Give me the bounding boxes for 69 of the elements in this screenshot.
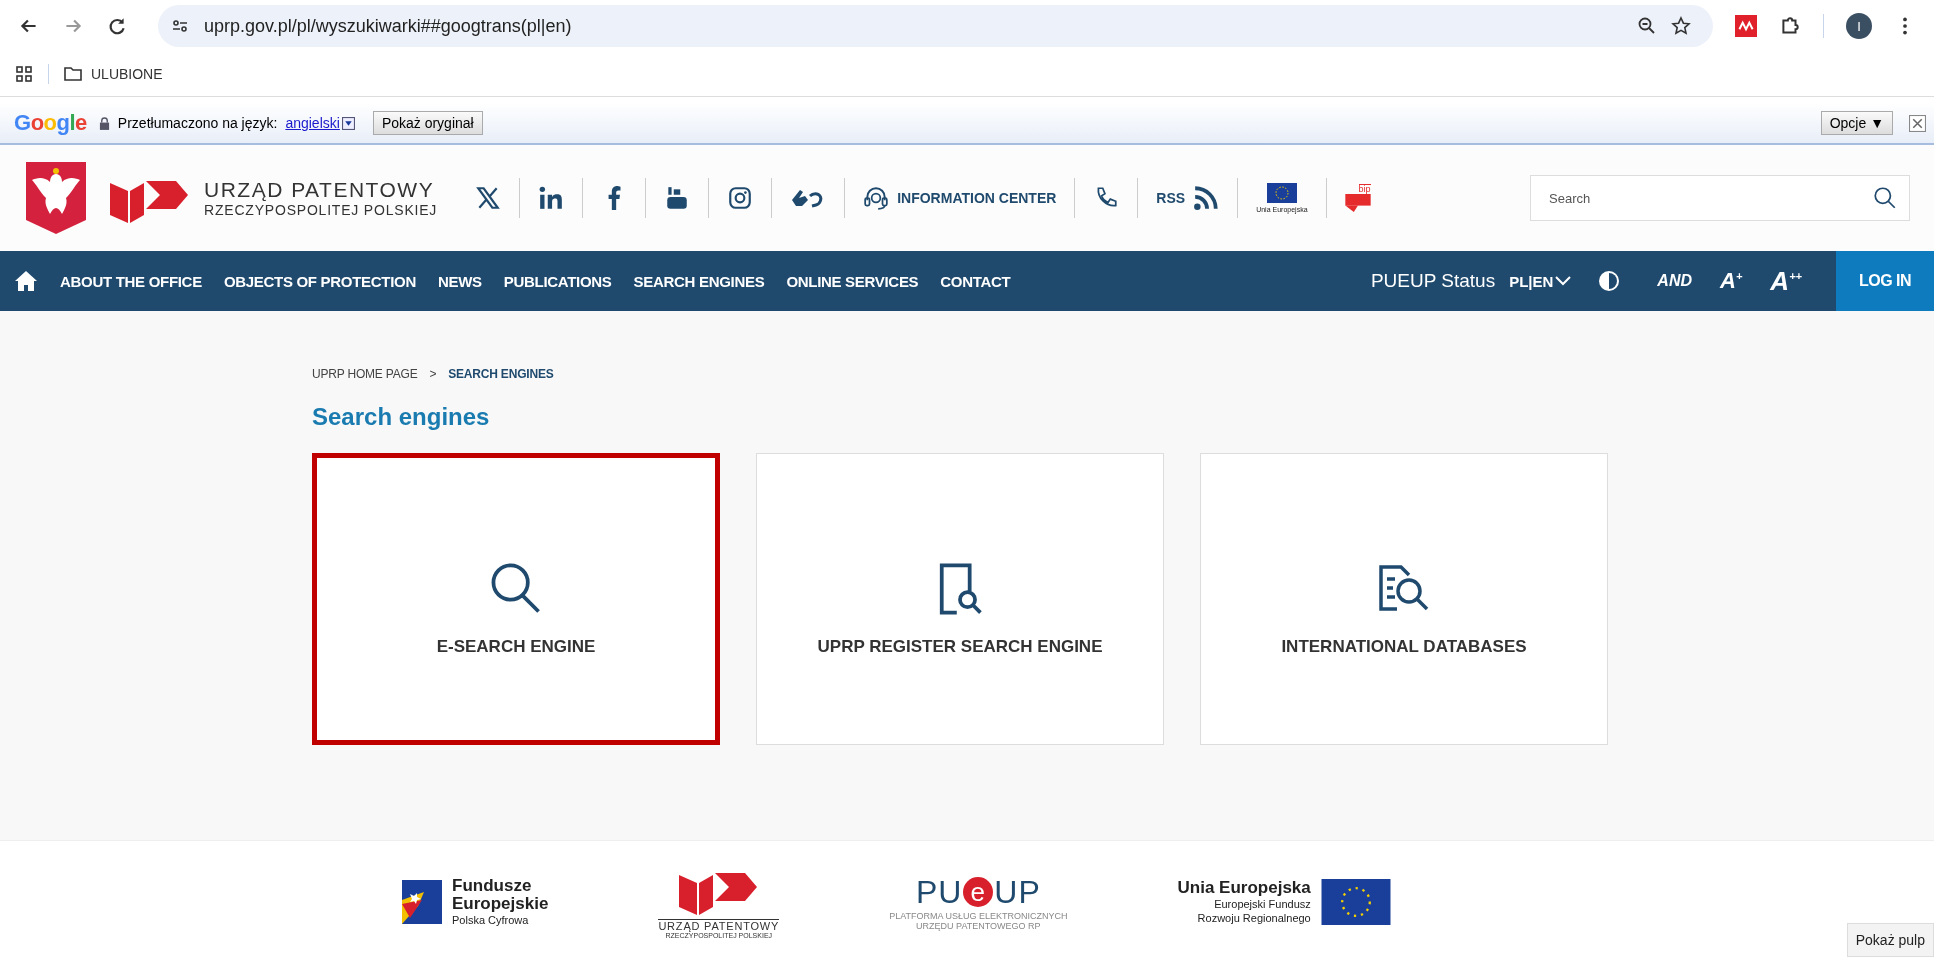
close-icon[interactable] xyxy=(1909,114,1926,132)
breadcrumb-link[interactable]: UPRP HOME PAGE xyxy=(312,367,418,381)
rss-icon xyxy=(1193,185,1220,211)
rss-link[interactable]: RSS xyxy=(1156,185,1220,211)
eu-fund-name: Rozwoju Regionalnego xyxy=(1197,911,1311,925)
contrast-icon[interactable] xyxy=(1597,269,1622,293)
x-logo-icon[interactable] xyxy=(475,185,502,211)
funds-name: Europejskie xyxy=(452,895,549,913)
zoom-out-icon[interactable] xyxy=(1637,16,1657,36)
instagram-icon[interactable] xyxy=(727,185,754,211)
eu-flag-icon xyxy=(1320,879,1391,925)
breadcrumb-separator: > xyxy=(429,367,437,381)
office-name: URZĄD PATENTOWY xyxy=(204,178,436,202)
url-text: uprp.gov.pl/pl/wyszukiwarki##googtrans(pl|en) xyxy=(204,15,572,37)
office-name: URZĄD PATENTOWY xyxy=(658,919,780,932)
linkedin-icon[interactable] xyxy=(538,185,565,211)
profile-avatar[interactable]: I xyxy=(1846,13,1872,39)
extension-icon[interactable] xyxy=(1735,15,1757,37)
show-desktop-button[interactable]: Pokaż pulp xyxy=(1846,923,1934,957)
options-button[interactable]: Opcje ▼ xyxy=(1820,111,1893,135)
breadcrumb-current: SEARCH ENGINES xyxy=(448,367,554,381)
nav-link[interactable]: NEWS xyxy=(437,272,482,290)
puzzle-icon[interactable] xyxy=(1779,15,1801,37)
address-bar[interactable]: uprp.gov.pl/pl/wyszukiwarki##googtrans(pl|en) xyxy=(158,5,1713,47)
search-engine-card[interactable]: INTERNATIONAL DATABASES xyxy=(1200,453,1608,745)
search-engine-card[interactable]: UPRP REGISTER SEARCH ENGINE xyxy=(756,453,1164,745)
home-icon[interactable] xyxy=(14,269,38,293)
google-logo: Google xyxy=(14,110,87,136)
login-button[interactable]: LOG IN xyxy=(1836,251,1934,311)
language-switch[interactable]: PL|EN xyxy=(1509,272,1572,290)
apps-grid-icon[interactable] xyxy=(14,64,34,84)
information-center-link[interactable]: INFORMATION CENTER xyxy=(863,185,1057,211)
pueup-caption: PLATFORMA USŁUG ELEKTRONICZNYCH xyxy=(889,910,1068,921)
funds-name: Fundusze xyxy=(452,877,533,895)
search-field[interactable]: Search xyxy=(1530,175,1910,221)
chevron-down-icon xyxy=(1555,276,1572,286)
nav-link[interactable]: PUBLICATIONS xyxy=(503,272,612,290)
sign-language-link[interactable]: AND xyxy=(1657,272,1693,290)
nav-link[interactable]: OBJECTS OF PROTECTION xyxy=(223,272,416,290)
funds-logo-icon xyxy=(402,880,442,924)
translation-notice: Przetłumaczono na język: xyxy=(117,115,278,131)
pueup-caption: URZĘDU PATENTOWEGO RP xyxy=(916,920,1041,931)
funds-program: Polska Cyfrowa xyxy=(452,913,530,927)
office-subtitle: RZECZYPOSPOLITEJ POLSKIEJ xyxy=(204,202,438,218)
nav-link[interactable]: ONLINE SERVICES xyxy=(786,272,919,290)
folder-icon xyxy=(63,64,83,84)
headset-icon xyxy=(863,185,890,211)
pueup-logo: PU e UP xyxy=(915,873,1041,911)
eu-name: Unia Europejska xyxy=(1177,879,1311,897)
eu-fund-name: Europejski Fundusz xyxy=(1214,897,1311,911)
eu-flag-icon xyxy=(1266,183,1297,203)
page-title: Search engines xyxy=(312,403,491,431)
show-original-button[interactable]: Pokaż oryginał xyxy=(372,111,483,135)
bip-logo-icon xyxy=(1344,193,1371,213)
star-icon[interactable] xyxy=(1671,16,1691,36)
bip-link[interactable]: bip xyxy=(1344,183,1371,213)
font-size-button[interactable]: A$^{++}$ xyxy=(1770,265,1802,297)
language-link[interactable]: angielski xyxy=(285,115,340,131)
bookmark-folder[interactable]: ULUBIONE xyxy=(63,64,163,84)
status-link[interactable]: PUEUP Status xyxy=(1370,270,1496,292)
nav-link[interactable]: SEARCH ENGINES xyxy=(633,272,765,290)
search-engine-card[interactable]: E-SEARCH ENGINE xyxy=(312,453,720,745)
nav-link[interactable]: CONTACT xyxy=(940,272,1011,290)
font-size-button[interactable]: A$^{+}$ xyxy=(1720,268,1743,294)
dropdown-icon[interactable] xyxy=(341,116,355,130)
eagle-emblem-icon xyxy=(26,162,86,234)
lock-icon xyxy=(98,116,110,130)
nav-link[interactable]: ABOUT THE OFFICE xyxy=(60,272,202,290)
search-icon[interactable] xyxy=(1872,185,1898,211)
